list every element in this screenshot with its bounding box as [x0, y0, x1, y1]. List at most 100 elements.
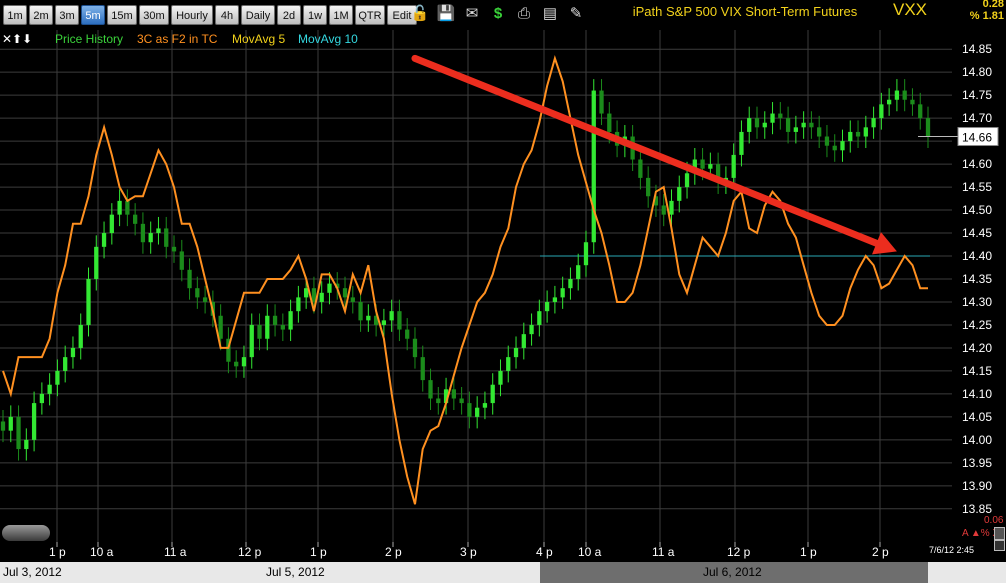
- timeframe-button-30m[interactable]: 30m: [139, 5, 169, 25]
- candle-body: [568, 279, 573, 289]
- candle-body: [420, 357, 425, 381]
- candle-body: [195, 288, 200, 298]
- timeframe-button-qtr[interactable]: QTR: [355, 5, 385, 25]
- candle-body: [910, 99, 915, 105]
- legend-price-history[interactable]: Price History: [55, 32, 123, 46]
- candle-body: [94, 246, 99, 279]
- y-tick-label: 14.45: [962, 226, 992, 240]
- save-icon[interactable]: 💾: [436, 4, 456, 24]
- timeframe-button-daily[interactable]: Daily: [241, 5, 275, 25]
- toggle-switch[interactable]: [2, 525, 50, 541]
- timeframe-button-15m[interactable]: 15m: [107, 5, 137, 25]
- candle-body: [86, 279, 91, 325]
- candle-body: [747, 118, 752, 132]
- x-tick-label: 12 p: [727, 545, 751, 559]
- price-chart[interactable]: 14.8514.8014.7514.7014.6514.6014.5514.50…: [0, 0, 1006, 583]
- candle-body: [583, 242, 589, 266]
- candle-body: [304, 288, 309, 298]
- trend-arrow: [411, 54, 897, 255]
- legend-movavg5[interactable]: MovAvg 5: [232, 32, 285, 46]
- candle-body: [125, 200, 130, 215]
- candle-body: [187, 269, 192, 289]
- timestamp: 7/6/12 2:45: [929, 545, 975, 555]
- y-tick-label: 14.75: [962, 88, 992, 102]
- y-tick-label: 14.25: [962, 318, 992, 332]
- timeframe-button-3m[interactable]: 3m: [55, 5, 79, 25]
- timeframe-button-hourly[interactable]: Hourly: [171, 5, 213, 25]
- timeframe-button-4h[interactable]: 4h: [215, 5, 239, 25]
- candle-body: [513, 347, 519, 358]
- x-axis: 1 p 10 a 11 a 12 p 1 p 2 p 3 p 4 p 10 a 11 a 12 p 1…: [49, 542, 889, 559]
- y-tick-label: 13.90: [962, 479, 992, 493]
- y-tick-label: 14.05: [962, 410, 992, 424]
- candle-body: [31, 403, 37, 440]
- data-window-icon[interactable]: ▤: [540, 4, 560, 24]
- candle-body: [288, 311, 293, 330]
- candle-body: [8, 416, 13, 431]
- candle-body: [272, 315, 278, 325]
- candle-body: [133, 214, 138, 224]
- candle-body: [832, 145, 837, 151]
- candle-body: [24, 439, 29, 450]
- x-tick-label: 1 p: [310, 545, 327, 559]
- x-tick-label: 2 p: [385, 545, 402, 559]
- candle-body: [179, 251, 184, 270]
- candle-body: [544, 301, 550, 312]
- y-tick-label: 14.35: [962, 272, 992, 286]
- y-tick-label: 14.30: [962, 295, 992, 309]
- price-candles: [0, 79, 931, 461]
- y-tick-label: 14.85: [962, 42, 992, 56]
- dollar-icon[interactable]: $: [488, 4, 508, 24]
- candle-body: [840, 141, 845, 151]
- timeframe-button-1w[interactable]: 1w: [303, 5, 327, 25]
- candle-body: [70, 347, 76, 358]
- lower-pane-value: 0.06: [984, 515, 1004, 526]
- y-tick-label: 14.10: [962, 387, 992, 401]
- candle-body: [405, 329, 410, 339]
- candle-body: [47, 384, 52, 394]
- candle-body: [552, 297, 558, 302]
- candle-body: [451, 389, 456, 399]
- candle-body: [218, 315, 223, 339]
- print-icon[interactable]: ⎙: [514, 4, 534, 24]
- timeframe-button-5m[interactable]: 5m: [81, 5, 105, 25]
- candle-body: [708, 164, 713, 169]
- candle-body: [319, 292, 324, 302]
- candle-body: [902, 90, 907, 100]
- timeframe-button-2m[interactable]: 2m: [29, 5, 53, 25]
- candle-body: [591, 90, 596, 243]
- candle-body: [241, 357, 247, 367]
- candle-body: [762, 122, 767, 128]
- candle-body: [700, 159, 705, 169]
- candle-body: [366, 315, 371, 321]
- candle-body: [770, 113, 775, 123]
- y-tick-label: 14.80: [962, 65, 992, 79]
- candle-body: [428, 380, 433, 399]
- email-icon[interactable]: ✉: [462, 4, 482, 24]
- lock-icon[interactable]: 🔓: [410, 4, 430, 24]
- x-tick-label: 10 a: [578, 545, 602, 559]
- legend-movavg10[interactable]: MovAvg 10: [298, 32, 358, 46]
- candle-body: [925, 118, 931, 137]
- timeframe-button-2d[interactable]: 2d: [277, 5, 301, 25]
- timeframe-button-1m[interactable]: 1m: [3, 5, 27, 25]
- y-tick-label: 14.70: [962, 111, 992, 125]
- legend-arrows-icon[interactable]: ✕⬆⬇: [2, 32, 32, 46]
- y-tick-label: 13.85: [962, 502, 992, 516]
- candle-body: [879, 104, 884, 119]
- scroll-up-icon[interactable]: [994, 527, 1005, 540]
- date-label-jul5: Jul 5, 2012: [266, 565, 325, 579]
- chart-title: iPath S&P 500 VIX Short-Term Futures: [632, 4, 858, 19]
- timeframe-button-1m[interactable]: 1M: [329, 5, 353, 25]
- legend-3c[interactable]: 3C as F2 in TC: [137, 32, 217, 46]
- candle-body: [397, 311, 402, 330]
- badge-text: 14.66: [962, 131, 992, 145]
- scroll-down-icon[interactable]: [994, 540, 1005, 551]
- candle-body: [78, 324, 83, 348]
- candle-body: [739, 131, 744, 155]
- date-label-jul6: Jul 6, 2012: [703, 565, 762, 579]
- x-tick-label: 11 a: [164, 545, 187, 559]
- y-tick-label: 14.55: [962, 180, 992, 194]
- candle-body: [490, 384, 495, 404]
- candle-body: [257, 324, 262, 339]
